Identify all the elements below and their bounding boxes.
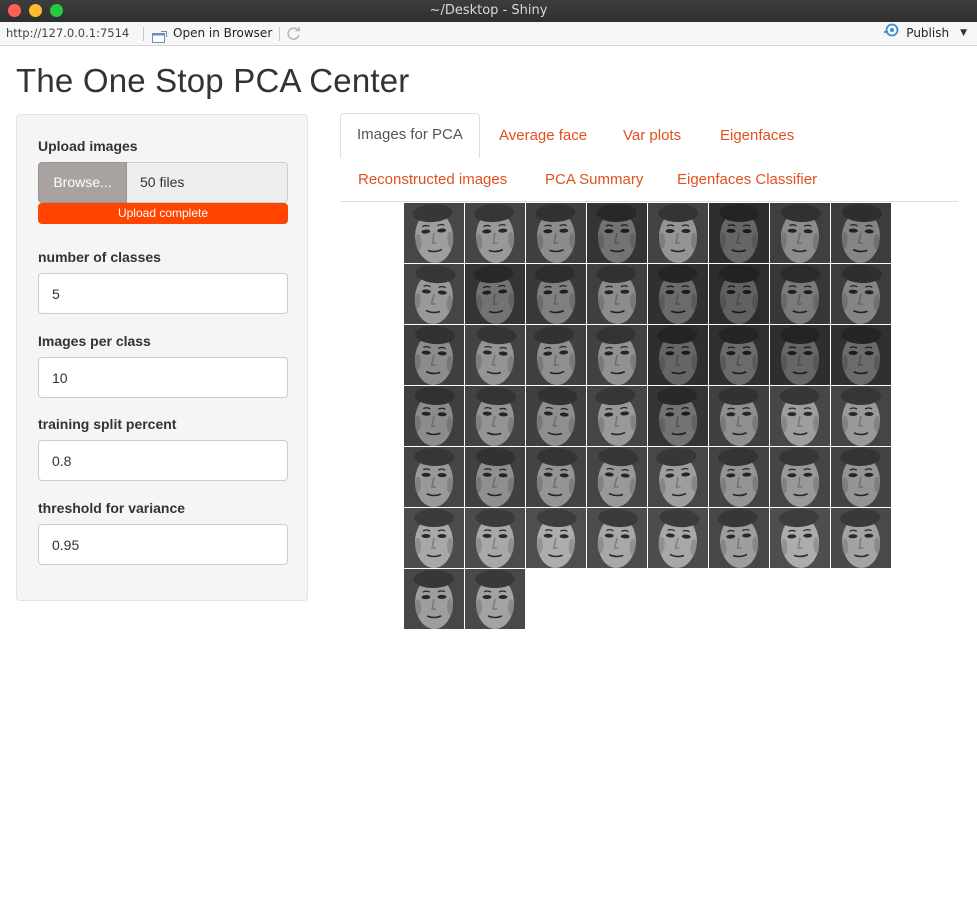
upload-progress-bar: Upload complete (38, 203, 288, 224)
face-thumbnail (709, 386, 769, 446)
face-thumbnail (587, 325, 647, 385)
toolbar-divider (279, 27, 280, 41)
tab-eigenfaces-classifier[interactable]: Eigenfaces Classifier (677, 158, 817, 202)
face-thumbnail (465, 325, 525, 385)
sidebar-panel: Upload images Browse... 50 files Upload … (16, 114, 308, 601)
tab-pca-summary[interactable]: PCA Summary (545, 158, 643, 202)
face-thumbnail (465, 264, 525, 324)
face-thumbnail (526, 203, 586, 263)
window-title: ~/Desktop - Shiny (429, 3, 548, 18)
zoom-window-button[interactable] (50, 4, 63, 17)
face-thumbnail (831, 325, 891, 385)
file-input: Browse... 50 files (38, 162, 288, 203)
chevron-down-icon[interactable]: ▼ (960, 22, 967, 45)
browser-window-icon (152, 28, 167, 43)
images-per-class-input[interactable] (38, 357, 288, 398)
face-thumbnail (465, 386, 525, 446)
window-titlebar: ~/Desktop - Shiny (0, 0, 977, 22)
face-thumbnail (770, 386, 830, 446)
face-thumbnail (587, 264, 647, 324)
training-split-input[interactable] (38, 440, 288, 481)
file-status-field[interactable]: 50 files (127, 162, 288, 203)
face-thumbnail (709, 264, 769, 324)
face-thumbnail (648, 203, 708, 263)
face-thumbnail (709, 447, 769, 507)
face-thumbnail (831, 447, 891, 507)
tab-var-plots[interactable]: Var plots (623, 114, 681, 158)
face-thumbnail (404, 203, 464, 263)
face-image-grid (404, 203, 896, 633)
face-thumbnail (648, 447, 708, 507)
face-thumbnail (404, 325, 464, 385)
number-of-classes-label: number of classes (38, 249, 161, 265)
minimize-window-button[interactable] (29, 4, 42, 17)
page-title: The One Stop PCA Center (16, 62, 410, 99)
publish-label: Publish (906, 26, 950, 40)
face-thumbnail (587, 386, 647, 446)
face-thumbnail (648, 325, 708, 385)
images-per-class-label: Images per class (38, 333, 151, 349)
training-split-label: training split percent (38, 416, 177, 432)
refresh-icon[interactable] (286, 26, 302, 42)
face-thumbnail (770, 203, 830, 263)
upload-images-label: Upload images (38, 138, 138, 154)
upload-progress-fill: Upload complete (38, 203, 288, 224)
toolbar-divider (143, 27, 144, 41)
face-thumbnail (526, 508, 586, 568)
face-thumbnail (770, 508, 830, 568)
face-thumbnail (587, 508, 647, 568)
face-thumbnail (465, 508, 525, 568)
face-thumbnail (648, 508, 708, 568)
face-thumbnail (465, 447, 525, 507)
face-thumbnail (526, 325, 586, 385)
url-text[interactable]: http://127.0.0.1:7514 (6, 22, 129, 45)
face-thumbnail (770, 447, 830, 507)
face-thumbnail (465, 203, 525, 263)
face-thumbnail (648, 264, 708, 324)
number-of-classes-input[interactable] (38, 273, 288, 314)
tab-average-face[interactable]: Average face (499, 114, 587, 158)
face-thumbnail (526, 447, 586, 507)
face-thumbnail (404, 447, 464, 507)
face-thumbnail (709, 325, 769, 385)
close-window-button[interactable] (8, 4, 21, 17)
face-thumbnail (404, 569, 464, 629)
face-thumbnail (709, 203, 769, 263)
face-thumbnail (465, 569, 525, 629)
tab-reconstructed-images[interactable]: Reconstructed images (358, 158, 507, 202)
open-in-browser-label: Open in Browser (173, 26, 273, 40)
face-thumbnail (709, 508, 769, 568)
browse-button[interactable]: Browse... (38, 162, 127, 203)
face-thumbnail (648, 386, 708, 446)
tab-images-for-pca[interactable]: Images for PCA (340, 113, 480, 158)
publish-button[interactable]: Publish ▼ (883, 22, 967, 45)
tab-eigenfaces[interactable]: Eigenfaces (720, 114, 794, 158)
face-thumbnail (587, 203, 647, 263)
face-thumbnail (831, 386, 891, 446)
face-thumbnail (526, 386, 586, 446)
variance-threshold-input[interactable] (38, 524, 288, 565)
face-thumbnail (831, 203, 891, 263)
viewer-toolbar: http://127.0.0.1:7514 Open in Browser Pu… (0, 22, 977, 46)
variance-threshold-label: threshold for variance (38, 500, 186, 516)
face-thumbnail (404, 508, 464, 568)
face-thumbnail (770, 325, 830, 385)
face-thumbnail (526, 264, 586, 324)
face-thumbnail (770, 264, 830, 324)
face-thumbnail (831, 508, 891, 568)
face-thumbnail (587, 447, 647, 507)
face-thumbnail (404, 264, 464, 324)
face-thumbnail (404, 386, 464, 446)
tabs-divider (340, 201, 958, 202)
face-thumbnail (831, 264, 891, 324)
open-in-browser-button[interactable]: Open in Browser (152, 22, 272, 45)
publish-icon (883, 22, 901, 45)
